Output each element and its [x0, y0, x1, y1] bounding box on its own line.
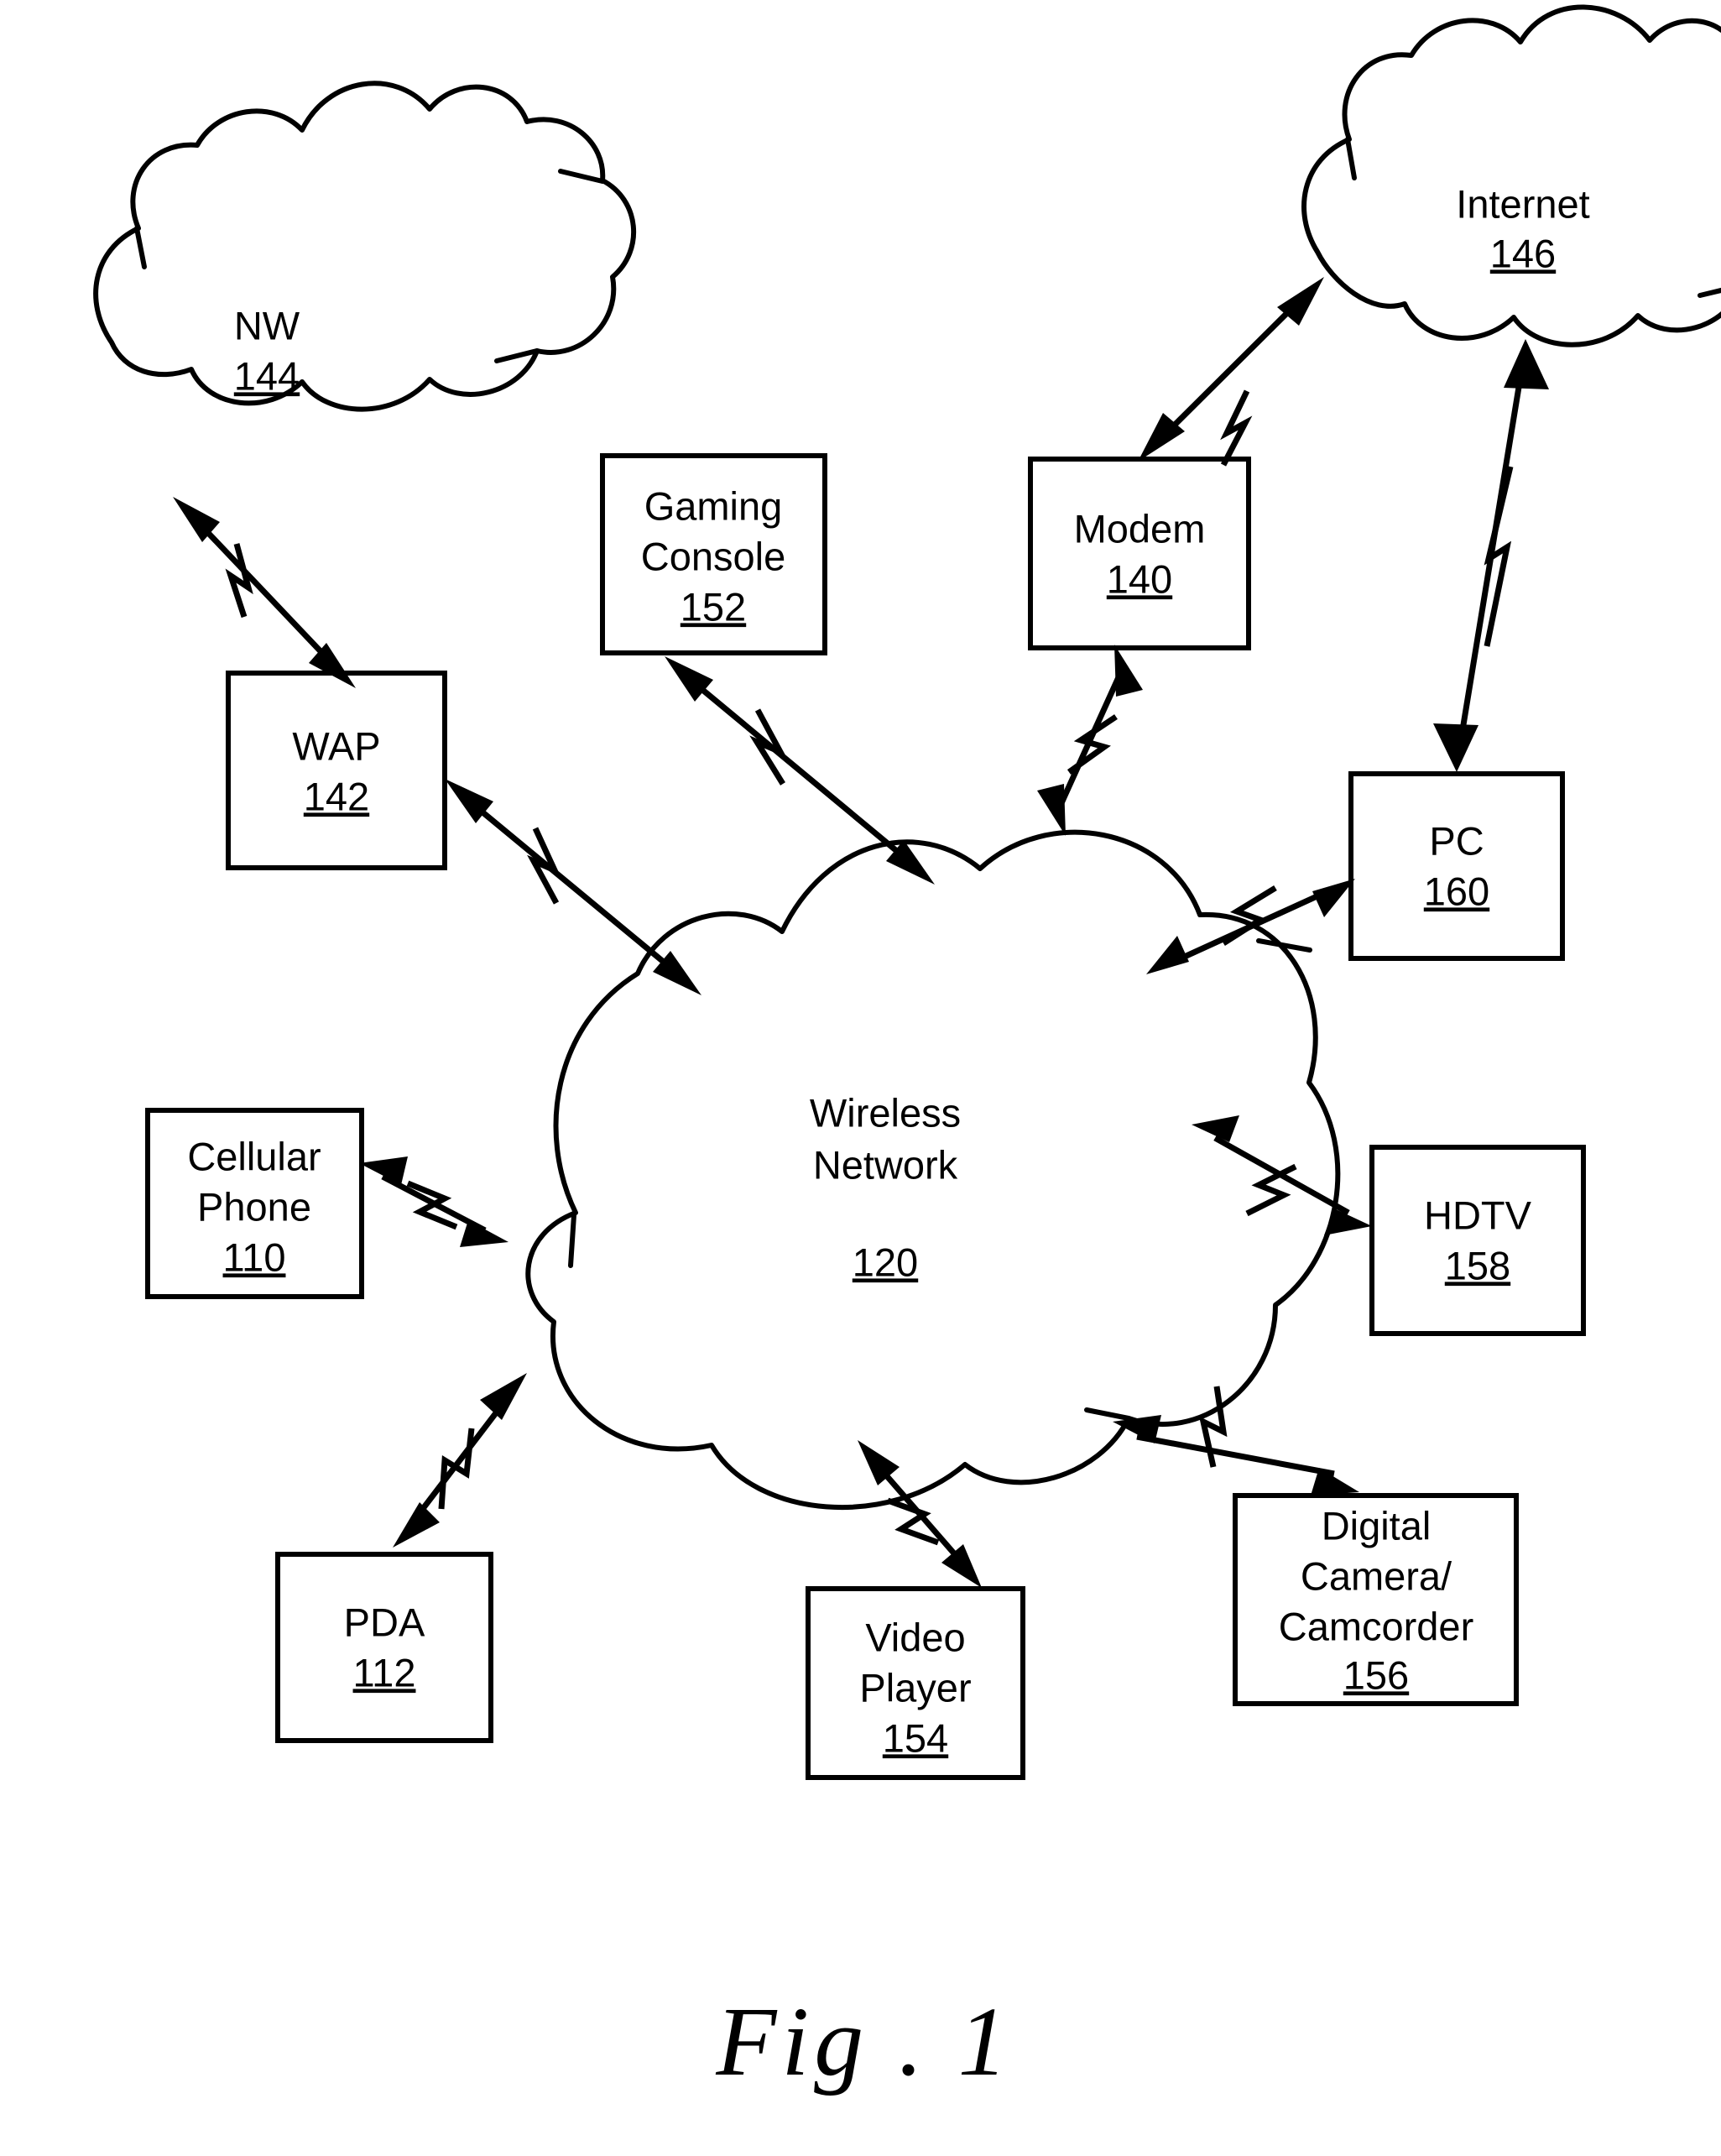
cloud-node-nw: NW 144: [93, 81, 637, 412]
link-gc-wn-shaft: [684, 674, 915, 867]
box-node-pda: PDA 112: [275, 1552, 493, 1743]
hdtv-box: [1369, 1145, 1586, 1336]
digital-camera-label-line1: Digital: [1322, 1503, 1432, 1548]
internet-cloud-outline: [1301, 4, 1721, 347]
box-node-pc: PC 160: [1348, 771, 1565, 961]
diagram-canvas: NW 144 Internet 146 Wireless Network 120…: [93, 4, 1721, 2096]
pda-ref-number: 112: [353, 1650, 416, 1694]
link-vp-wn-lightning-bolt: [886, 1497, 940, 1546]
cellular-phone-label-line2: Phone: [197, 1184, 311, 1229]
wap-ref-number: 142: [304, 774, 369, 818]
video-player-ref-number: 154: [883, 1715, 948, 1760]
hdtv-ref-number: 158: [1445, 1243, 1510, 1287]
link-nw-wap-shaft: [191, 515, 338, 670]
digital-camera-label-line3: Camcorder: [1279, 1604, 1473, 1648]
cellular-phone-ref-number: 110: [223, 1235, 286, 1279]
gaming-console-label-line1: Gaming: [644, 483, 783, 528]
link-cellular-phone-wireless-network: [359, 1156, 508, 1247]
nw-ref-number: 144: [234, 353, 300, 398]
link-internet-pc-arrowhead-start: [1504, 339, 1549, 389]
video-player-label-line2: Player: [859, 1665, 971, 1710]
link-pda-wn-arrowhead-start: [393, 1502, 440, 1548]
link-pda-wn-arrowhead-end: [480, 1373, 527, 1420]
link-modem-internet: [1138, 277, 1324, 467]
wireless-network-label-line1: Wireless: [810, 1090, 961, 1135]
modem-ref-number: 140: [1107, 556, 1172, 601]
link-wap-wireless-network: [445, 779, 701, 995]
link-cp-wn-lightning-bolt: [406, 1180, 458, 1230]
link-modem-wn-arrowhead-start: [1114, 645, 1143, 697]
link-cp-wn-arrowhead-start: [359, 1156, 408, 1185]
box-node-video-player: Video Player 154: [806, 1586, 1025, 1780]
pc-ref-number: 160: [1424, 869, 1489, 913]
link-nw-wap: [173, 497, 356, 688]
link-gc-wn-lightning-bolt: [749, 708, 787, 786]
link-cp-wn-arrowhead-end: [460, 1220, 508, 1247]
wireless-network-nub-left: [568, 1213, 576, 1268]
wap-box: [226, 671, 447, 870]
pc-box: [1348, 771, 1565, 961]
nw-label: NW: [234, 303, 300, 347]
link-nw-wap-lightning-bolt: [225, 543, 253, 619]
pda-label: PDA: [344, 1600, 425, 1644]
internet-ref-number: 146: [1490, 231, 1556, 275]
link-dc-wn-shaft: [1136, 1433, 1335, 1477]
link-wap-wn-shaft: [464, 796, 682, 978]
cloud-node-wireless-network: Wireless Network 120: [525, 829, 1341, 1511]
gaming-console-label-line2: Console: [641, 534, 785, 578]
link-vp-wn-arrowhead-end: [941, 1544, 982, 1588]
pda-box: [275, 1552, 493, 1743]
box-node-wap: WAP 142: [226, 671, 447, 870]
wireless-network-label-line2: Network: [813, 1142, 958, 1187]
modem-label: Modem: [1074, 506, 1206, 551]
video-player-label-line1: Video: [865, 1615, 965, 1659]
link-modem-wn-arrowhead-end: [1037, 784, 1066, 836]
box-node-cellular-phone: Cellular Phone 110: [145, 1108, 364, 1299]
link-wap-wn-lightning-bolt: [527, 827, 561, 905]
wap-label: WAP: [292, 723, 380, 768]
link-pda-wn-shaft: [409, 1394, 511, 1527]
cloud-node-internet: Internet 146: [1301, 4, 1721, 347]
digital-camera-label-line2: Camera/: [1301, 1553, 1452, 1598]
modem-box: [1028, 457, 1251, 650]
cellular-phone-label-line1: Cellular: [187, 1134, 321, 1178]
box-node-hdtv: HDTV 158: [1369, 1145, 1586, 1336]
link-modem-internet-lightning-bolt: [1220, 389, 1253, 467]
gaming-console-ref-number: 152: [681, 584, 746, 629]
hdtv-label: HDTV: [1424, 1193, 1532, 1237]
box-node-gaming-console: Gaming Console 152: [600, 453, 827, 655]
box-node-modem: Modem 140: [1028, 457, 1251, 650]
link-dc-wn-arrowhead-end: [1311, 1468, 1359, 1496]
link-pda-wn-lightning-bolt: [438, 1428, 475, 1510]
figure-caption: Fig . 1: [715, 1986, 1012, 2096]
nw-cloud-outline: [93, 81, 637, 412]
pc-label: PC: [1429, 818, 1484, 863]
internet-label: Internet: [1456, 181, 1589, 226]
digital-camera-ref-number: 156: [1343, 1652, 1409, 1697]
link-internet-pc-arrowhead-end: [1433, 723, 1478, 772]
link-internet-pc: [1433, 339, 1549, 772]
link-pda-wireless-network: [393, 1373, 527, 1548]
patent-figure: NW 144 Internet 146 Wireless Network 120…: [0, 0, 1721, 2156]
box-node-digital-camera: Digital Camera/ Camcorder 156: [1233, 1493, 1519, 1706]
link-modem-wireless-network: [1037, 645, 1143, 836]
link-modem-wn-lightning-bolt: [1066, 714, 1118, 775]
link-gaming-console-wireless-network: [665, 656, 935, 885]
wireless-network-ref-number: 120: [853, 1240, 918, 1284]
